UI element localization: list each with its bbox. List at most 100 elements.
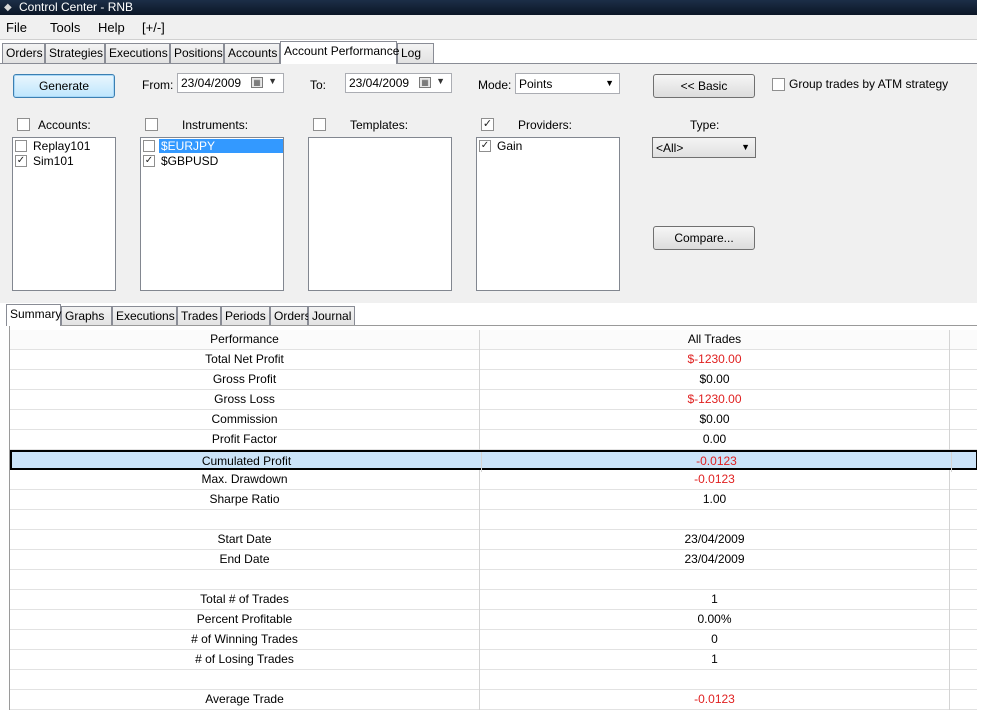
type-select[interactable]: <All> ▼ <box>652 137 756 158</box>
list-item-checkbox[interactable]: ✓ <box>15 155 27 167</box>
list-item-checkbox[interactable] <box>15 140 27 152</box>
instruments-select-all-checkbox[interactable] <box>145 118 158 131</box>
calendar-icon[interactable]: ▦ <box>251 77 263 88</box>
row-label: # of Losing Trades <box>10 650 480 670</box>
table-row[interactable]: Total Net Profit $-1230.00 <box>10 350 977 370</box>
row-value: 0.00% <box>480 610 950 630</box>
table-row[interactable]: Average Trade -0.0123 <box>10 690 977 710</box>
row-label: Average Trade <box>10 690 480 710</box>
chevron-down-icon[interactable]: ▼ <box>268 76 277 86</box>
type-label: Type: <box>690 118 720 132</box>
row-value: $0.00 <box>480 410 950 430</box>
table-row[interactable] <box>10 670 977 690</box>
mode-select[interactable]: Points ▼ <box>515 73 620 94</box>
chevron-down-icon[interactable]: ▼ <box>436 76 445 86</box>
row-value: -0.0123 <box>482 452 952 472</box>
to-date-picker[interactable]: 23/04/2009 ▦ ▼ <box>345 73 452 93</box>
row-value: $0.00 <box>480 370 950 390</box>
tab-trades[interactable]: Trades <box>177 306 221 326</box>
row-value: 1.00 <box>480 490 950 510</box>
tab-orders[interactable]: Orders <box>2 43 45 63</box>
tab-journal[interactable]: Journal <box>308 306 355 326</box>
tab-graphs[interactable]: Graphs <box>61 306 112 326</box>
account-performance-panel: Generate From: 23/04/2009 ▦ ▼ To: 23/04/… <box>0 63 977 303</box>
compare-button[interactable]: Compare... <box>653 226 755 250</box>
tab-executions[interactable]: Executions <box>112 306 177 326</box>
table-row[interactable]: Start Date 23/04/2009 <box>10 530 977 550</box>
app-icon: ◆ <box>4 2 12 13</box>
table-row[interactable]: Percent Profitable 0.00% <box>10 610 977 630</box>
row-value: 1 <box>480 590 950 610</box>
row-value: 23/04/2009 <box>480 530 950 550</box>
row-label: Gross Profit <box>10 370 480 390</box>
menu-bar: File Tools Help [+/-] <box>0 15 977 40</box>
from-date-picker[interactable]: 23/04/2009 ▦ ▼ <box>177 73 284 93</box>
accounts-label: Accounts: <box>38 118 91 132</box>
providers-select-all-checkbox[interactable]: ✓ <box>481 118 494 131</box>
group-atm-checkbox[interactable] <box>772 78 785 91</box>
menu-help[interactable]: Help <box>98 20 125 35</box>
list-item-label: Gain <box>497 139 523 153</box>
list-item-checkbox[interactable] <box>143 140 155 152</box>
row-label: Total # of Trades <box>10 590 480 610</box>
tab-accounts[interactable]: Accounts <box>224 43 280 63</box>
calendar-icon[interactable]: ▦ <box>419 77 431 88</box>
tab-orders[interactable]: Orders <box>270 306 311 326</box>
table-row[interactable]: Profit Factor 0.00 <box>10 430 977 450</box>
tab-periods[interactable]: Periods <box>221 306 270 326</box>
table-row[interactable]: Gross Loss $-1230.00 <box>10 390 977 410</box>
templates-select-all-checkbox[interactable] <box>313 118 326 131</box>
list-item-checkbox[interactable]: ✓ <box>143 155 155 167</box>
to-date-value: 23/04/2009 <box>349 76 410 90</box>
row-value: 0 <box>480 630 950 650</box>
row-value: -0.0123 <box>480 470 950 490</box>
table-row[interactable]: Sharpe Ratio 1.00 <box>10 490 977 510</box>
column-header-all-trades[interactable]: All Trades <box>480 330 950 350</box>
tab-positions[interactable]: Positions <box>170 43 224 63</box>
tab-strategies[interactable]: Strategies <box>45 43 105 63</box>
chevron-down-icon: ▼ <box>605 78 614 88</box>
instruments-label: Instruments: <box>182 118 249 132</box>
table-row[interactable]: Commission $0.00 <box>10 410 977 430</box>
type-value: <All> <box>656 141 684 155</box>
list-item[interactable]: $EURJPY <box>143 139 283 154</box>
table-row[interactable]: Gross Profit $0.00 <box>10 370 977 390</box>
table-row[interactable]: # of Losing Trades 1 <box>10 650 977 670</box>
menu-expand-toggle[interactable]: [+/-] <box>142 20 165 35</box>
templates-list[interactable] <box>308 137 452 291</box>
row-label: Percent Profitable <box>10 610 480 630</box>
instruments-list[interactable]: $EURJPY ✓ $GBPUSD <box>140 137 284 291</box>
basic-toggle-button[interactable]: << Basic <box>653 74 755 98</box>
title-bar: ◆ Control Center - RNB <box>0 0 977 15</box>
row-value: $-1230.00 <box>480 350 950 370</box>
table-row[interactable] <box>10 570 977 590</box>
table-row[interactable] <box>10 510 977 530</box>
tab-log[interactable]: Log <box>397 43 434 63</box>
row-label: Sharpe Ratio <box>10 490 480 510</box>
column-header-performance[interactable]: Performance <box>10 330 480 350</box>
row-value: -0.0123 <box>480 690 950 710</box>
row-value: 23/04/2009 <box>480 550 950 570</box>
table-row[interactable]: Max. Drawdown -0.0123 <box>10 470 977 490</box>
accounts-list[interactable]: Replay101 ✓ Sim101 <box>12 137 116 291</box>
accounts-select-all-checkbox[interactable] <box>17 118 30 131</box>
row-value <box>480 510 950 530</box>
menu-file[interactable]: File <box>6 20 27 35</box>
chevron-down-icon: ▼ <box>741 142 750 152</box>
tab-executions[interactable]: Executions <box>105 43 170 63</box>
row-label: Commission <box>10 410 480 430</box>
from-label: From: <box>142 78 174 92</box>
tab-account-performance[interactable]: Account Performance <box>280 41 399 64</box>
list-item-label: Replay101 <box>33 139 91 153</box>
list-item-checkbox[interactable]: ✓ <box>479 140 491 152</box>
table-row[interactable]: Cumulated Profit -0.0123 <box>10 450 977 472</box>
tab-summary[interactable]: Summary <box>6 304 61 326</box>
performance-grid[interactable]: Performance All Trades Total Net Profit $… <box>9 325 977 710</box>
list-item-label: Sim101 <box>33 154 74 168</box>
generate-button[interactable]: Generate <box>13 74 115 98</box>
providers-list[interactable]: ✓ Gain <box>476 137 620 291</box>
menu-tools[interactable]: Tools <box>50 20 80 35</box>
table-row[interactable]: Total # of Trades 1 <box>10 590 977 610</box>
table-row[interactable]: # of Winning Trades 0 <box>10 630 977 650</box>
table-row[interactable]: End Date 23/04/2009 <box>10 550 977 570</box>
